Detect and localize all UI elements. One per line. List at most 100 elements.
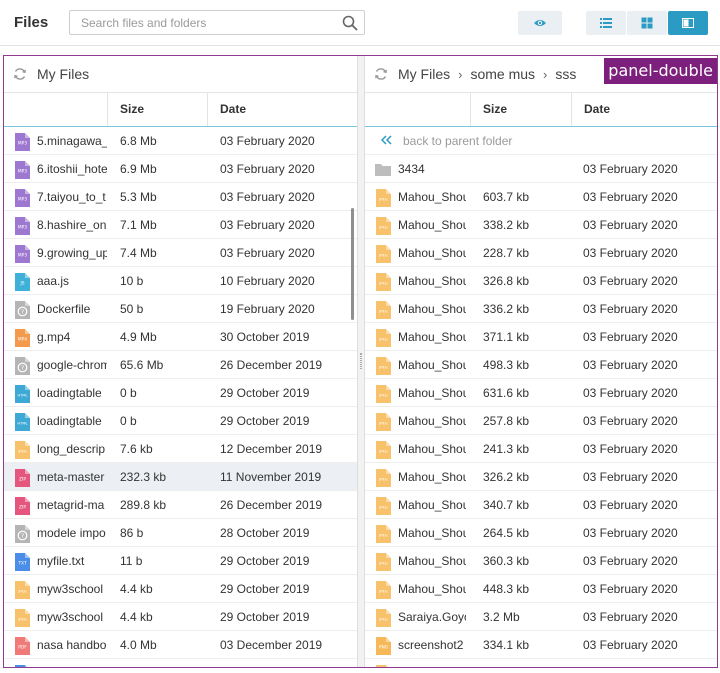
grid-view-button[interactable] bbox=[627, 11, 667, 35]
refresh-icon[interactable] bbox=[13, 67, 27, 81]
breadcrumb-item-sss[interactable]: sss bbox=[555, 66, 576, 82]
left-scrollbar[interactable] bbox=[351, 208, 354, 320]
back-to-parent-row[interactable]: back to parent folder bbox=[365, 127, 717, 155]
file-row[interactable]: JPEG Saraiya.Goyo 3.2 Mb 03 February 2020 bbox=[365, 603, 717, 631]
file-row[interactable]: JPEG Mahou_Shou 241.3 kb 03 February 2020 bbox=[365, 435, 717, 463]
pdf-file-icon: PDF bbox=[15, 637, 30, 655]
jpeg-file-icon: JPEG bbox=[376, 441, 391, 459]
preview-toggle-button[interactable] bbox=[518, 11, 562, 35]
file-name: 5.minagawa_ bbox=[37, 134, 107, 148]
date-column-header[interactable]: Date bbox=[207, 93, 357, 126]
file-name: loadingtable bbox=[37, 414, 102, 428]
file-row[interactable]: JPEG myw3school 4.4 kb 29 October 2019 bbox=[4, 575, 357, 603]
file-row[interactable]: JPEG long_descrip 7.6 kb 12 December 2019 bbox=[4, 435, 357, 463]
file-row[interactable]: JPEG Mahou_Shou 631.6 kb 03 February 2020 bbox=[365, 379, 717, 407]
file-row[interactable]: PDF nasa handbo 4.0 Mb 03 December 2019 bbox=[4, 631, 357, 659]
file-name: Mahou_Shou bbox=[398, 414, 466, 428]
right-panel: My Files › some mus › sss panel-double S… bbox=[365, 56, 717, 667]
file-name: google-chrom bbox=[37, 358, 107, 372]
date-column-header[interactable]: Date bbox=[571, 93, 717, 126]
file-date: 19 February 2020 bbox=[220, 302, 315, 316]
file-row[interactable]: ZIP metagrid-ma 289.8 kb 26 December 2019 bbox=[4, 491, 357, 519]
file-row[interactable]: JPEG Mahou_Shou 338.2 kb 03 February 2020 bbox=[365, 211, 717, 239]
file-row[interactable]: JPEG Mahou_Shou 603.7 kb 03 February 2020 bbox=[365, 183, 717, 211]
file-size: 7.1 Mb bbox=[120, 218, 157, 232]
file-row[interactable]: TXT myfile.txt 11 b 29 October 2019 bbox=[4, 547, 357, 575]
file-row[interactable]: JPEG Mahou_Shou 228.7 kb 03 February 2020 bbox=[365, 239, 717, 267]
breadcrumb-item-my-files[interactable]: My Files bbox=[37, 66, 89, 82]
svg-text:JPEG: JPEG bbox=[378, 338, 387, 342]
svg-text:ZIP: ZIP bbox=[19, 477, 26, 483]
file-size: 289.8 kb bbox=[120, 498, 167, 512]
breadcrumb-item-some-mus[interactable]: some mus bbox=[470, 66, 535, 82]
file-row[interactable]: MP3 6.itoshii_hote 6.9 Mb 03 February 2020 bbox=[4, 155, 357, 183]
grid-icon bbox=[641, 17, 653, 29]
chevron-right-icon: › bbox=[543, 66, 548, 82]
file-row[interactable]: JPEG Mahou_Shou 498.3 kb 03 February 2020 bbox=[365, 351, 717, 379]
jpeg-file-icon: JPEG bbox=[376, 665, 388, 667]
html-file-icon: HTML bbox=[15, 413, 30, 431]
file-row[interactable]: JPEG Mahou_Shou 360.3 kb 03 February 2020 bbox=[365, 547, 717, 575]
file-name: Mahou_Shou bbox=[398, 246, 466, 260]
search-icon[interactable] bbox=[342, 15, 358, 31]
svg-text:JPEG: JPEG bbox=[378, 226, 387, 230]
file-row[interactable]: JS aaa.js 10 b 10 February 2020 bbox=[4, 267, 357, 295]
file-row[interactable]: JPEG user1.jpg 4.6 kb 03 February 2020 bbox=[365, 659, 717, 667]
right-panel-header: My Files › some mus › sss panel-double bbox=[365, 56, 717, 93]
file-date: 03 February 2020 bbox=[583, 190, 678, 204]
file-name: Mahou_Shou bbox=[398, 386, 466, 400]
file-row[interactable]: MP3 5.minagawa_ 6.8 Mb 03 February 2020 bbox=[4, 127, 357, 155]
unknown-file-icon: ? bbox=[15, 525, 30, 543]
file-row[interactable]: MP3 9.growing_up 7.4 Mb 03 February 2020 bbox=[4, 239, 357, 267]
file-row[interactable]: ? Dockerfile 50 b 19 February 2020 bbox=[4, 295, 357, 323]
file-row[interactable]: 3434 03 February 2020 bbox=[365, 155, 717, 183]
file-size: 603.7 kb bbox=[483, 190, 530, 204]
file-size: 257.8 kb bbox=[483, 414, 530, 428]
file-row[interactable]: JPEG Mahou_Shou 336.2 kb 03 February 2020 bbox=[365, 295, 717, 323]
file-size: 334.1 kb bbox=[483, 638, 530, 652]
list-view-button[interactable] bbox=[586, 11, 626, 35]
file-row[interactable]: MP3 8.hashire_on 7.1 Mb 03 February 2020 bbox=[4, 211, 357, 239]
file-row[interactable]: MP4 g.mp4 4.9 Mb 30 October 2019 bbox=[4, 323, 357, 351]
size-column-header[interactable]: Size bbox=[107, 93, 207, 126]
file-row[interactable]: PNG screenshot2 334.1 kb 03 February 2020 bbox=[365, 631, 717, 659]
file-date: 03 February 2020 bbox=[220, 246, 315, 260]
panel-divider[interactable] bbox=[357, 56, 365, 667]
file-row[interactable]: HTML loadingtable 0 b 29 October 2019 bbox=[4, 379, 357, 407]
file-size: 6.8 Mb bbox=[120, 134, 157, 148]
file-size: 6.9 Mb bbox=[120, 162, 157, 176]
txt-file-icon: TXT bbox=[15, 665, 27, 667]
file-row[interactable]: JPEG Mahou_Shou 448.3 kb 03 February 2020 bbox=[365, 575, 717, 603]
file-row[interactable]: JPEG Mahou_Shou 326.2 kb 03 February 2020 bbox=[365, 463, 717, 491]
file-row[interactable]: ZIP meta-master 232.3 kb 11 November 2019 bbox=[4, 463, 357, 491]
refresh-icon[interactable] bbox=[374, 67, 388, 81]
file-row[interactable]: JPEG Mahou_Shou 264.5 kb 03 February 2020 bbox=[365, 519, 717, 547]
file-name: 9.growing_up bbox=[37, 246, 107, 260]
breadcrumb-item-my-files[interactable]: My Files bbox=[398, 66, 450, 82]
file-name: Mahou_Shou bbox=[398, 526, 466, 540]
file-date: 03 February 2020 bbox=[583, 554, 678, 568]
file-row[interactable]: JPEG Mahou_Shou 371.1 kb 03 February 2020 bbox=[365, 323, 717, 351]
svg-text:JPEG: JPEG bbox=[378, 254, 387, 258]
size-column-header[interactable]: Size bbox=[470, 93, 571, 126]
file-name: Mahou_Shou bbox=[398, 190, 466, 204]
file-row[interactable]: MP3 7.taiyou_to_t 5.3 Mb 03 February 2020 bbox=[4, 183, 357, 211]
file-name: loadingtable bbox=[37, 386, 102, 400]
file-row[interactable]: HTML loadingtable 0 b 29 October 2019 bbox=[4, 407, 357, 435]
file-row[interactable]: JPEG Mahou_Shou 326.8 kb 03 February 2020 bbox=[365, 267, 717, 295]
file-name: meta-master bbox=[37, 470, 105, 484]
file-row[interactable]: TXT New file.txt 0 b 14 February 2020 bbox=[4, 659, 357, 667]
double-panel-view-button[interactable] bbox=[668, 11, 708, 35]
file-row[interactable]: JPEG Mahou_Shou 257.8 kb 03 February 2020 bbox=[365, 407, 717, 435]
file-row[interactable]: JPEG Mahou_Shou 340.7 kb 03 February 2020 bbox=[365, 491, 717, 519]
file-date: 03 February 2020 bbox=[220, 134, 315, 148]
file-name: 3434 bbox=[398, 162, 425, 176]
file-row[interactable]: JPEG myw3school 4.4 kb 29 October 2019 bbox=[4, 603, 357, 631]
file-date: 03 February 2020 bbox=[583, 470, 678, 484]
svg-text:JPEG: JPEG bbox=[17, 590, 26, 594]
app-title: Files bbox=[14, 14, 49, 31]
search-input[interactable] bbox=[70, 11, 338, 34]
file-row[interactable]: ? google-chrom 65.6 Mb 26 December 2019 bbox=[4, 351, 357, 379]
divider-grip[interactable] bbox=[360, 353, 362, 369]
file-row[interactable]: ? modele impo 86 b 28 October 2019 bbox=[4, 519, 357, 547]
